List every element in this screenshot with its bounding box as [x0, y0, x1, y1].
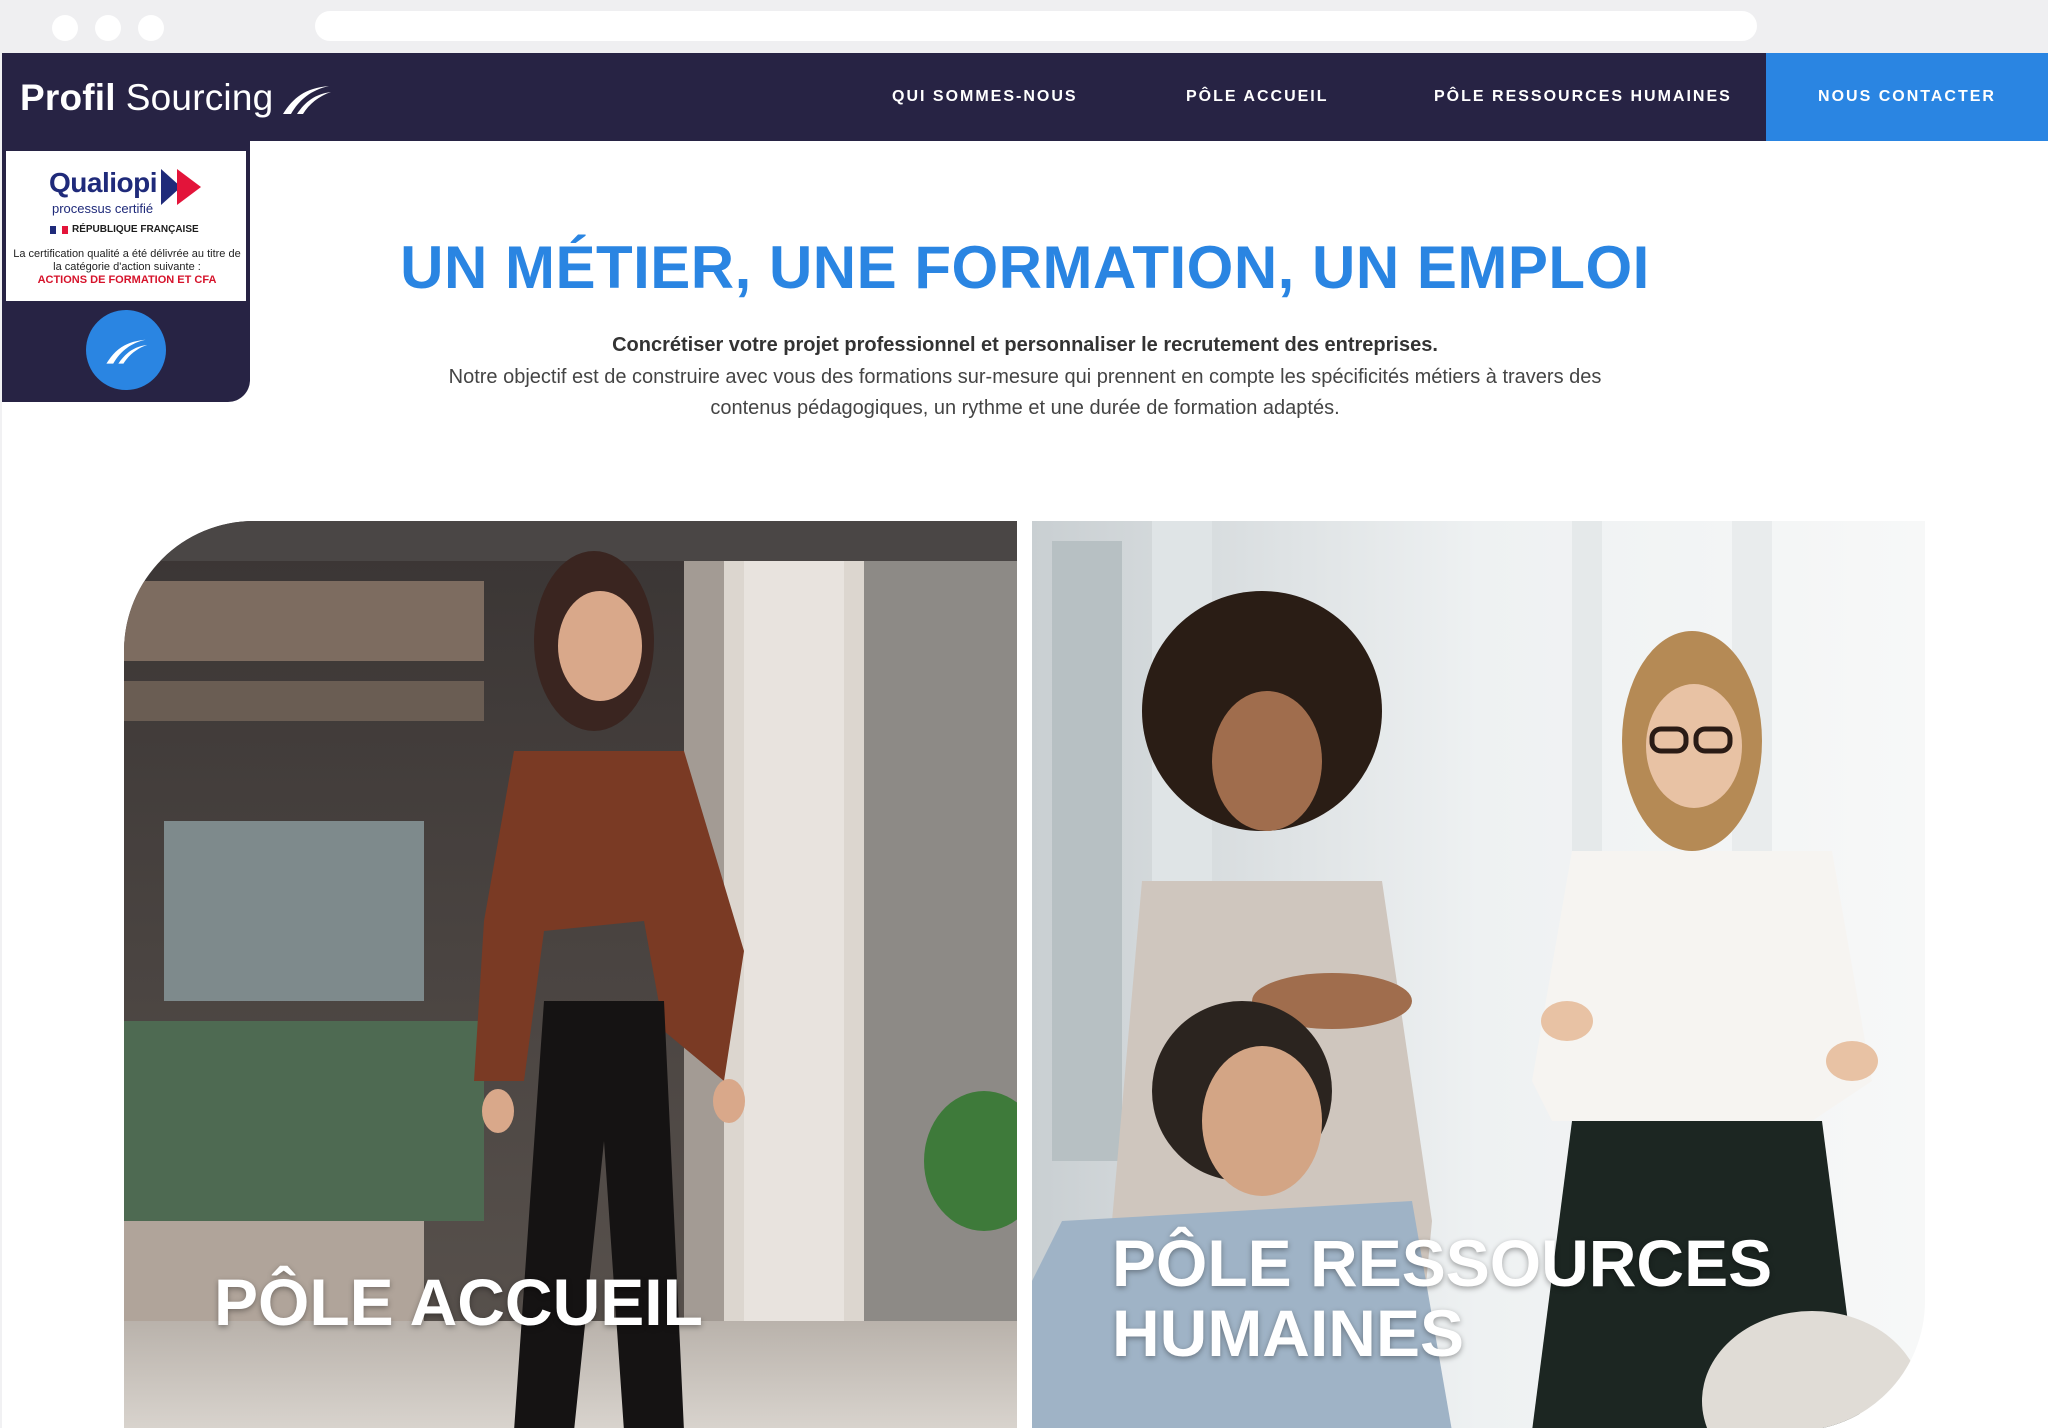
site-header: Profil Sourcing QUI SOMMES-NOUS PÔLE ACC…: [2, 53, 2048, 141]
qualiopi-title: Qualiopi: [49, 167, 158, 198]
swoosh-icon: [283, 86, 332, 114]
card-pole-accueil[interactable]: PÔLE ACCUEIL: [124, 521, 1017, 1428]
nav-pole-rh[interactable]: PÔLE RESSOURCES HUMAINES: [1434, 53, 1732, 141]
logo-name-bold: Profil: [20, 77, 116, 118]
card-label-pole-rh: PÔLE RESSOURCES HUMAINES: [1112, 1226, 1773, 1370]
intro-description: Notre objectif est de construire avec vo…: [448, 366, 1602, 419]
browser-toolbar: [0, 0, 2048, 53]
intro-lead: Concrétiser votre projet professionnel e…: [612, 334, 1438, 356]
qualiopi-arrows-icon: [161, 169, 201, 205]
browser-window: Profil Sourcing QUI SOMMES-NOUS PÔLE ACC…: [0, 0, 2048, 1428]
card-pole-rh[interactable]: PÔLE RESSOURCES HUMAINES: [1032, 521, 1925, 1428]
page-headline: UN MÉTIER, UNE FORMATION, UN EMPLOI: [400, 234, 1650, 301]
site-logo[interactable]: Profil Sourcing: [20, 73, 333, 123]
window-dot[interactable]: [138, 15, 164, 41]
card-label-pole-accueil: PÔLE ACCUEIL: [214, 1265, 703, 1339]
contact-button[interactable]: NOUS CONTACTER: [1766, 53, 2048, 141]
nav-pole-accueil[interactable]: PÔLE ACCUEIL: [1186, 53, 1329, 141]
qualiopi-subtitle: processus certifié: [52, 201, 154, 216]
address-bar[interactable]: [315, 11, 1757, 41]
window-dot[interactable]: [52, 15, 78, 41]
logo-name-regular: Sourcing: [125, 77, 274, 118]
page-viewport: Profil Sourcing QUI SOMMES-NOUS PÔLE ACC…: [2, 53, 2048, 1428]
nav-qui-sommes-nous[interactable]: QUI SOMMES-NOUS: [892, 53, 1078, 141]
window-dot[interactable]: [95, 15, 121, 41]
